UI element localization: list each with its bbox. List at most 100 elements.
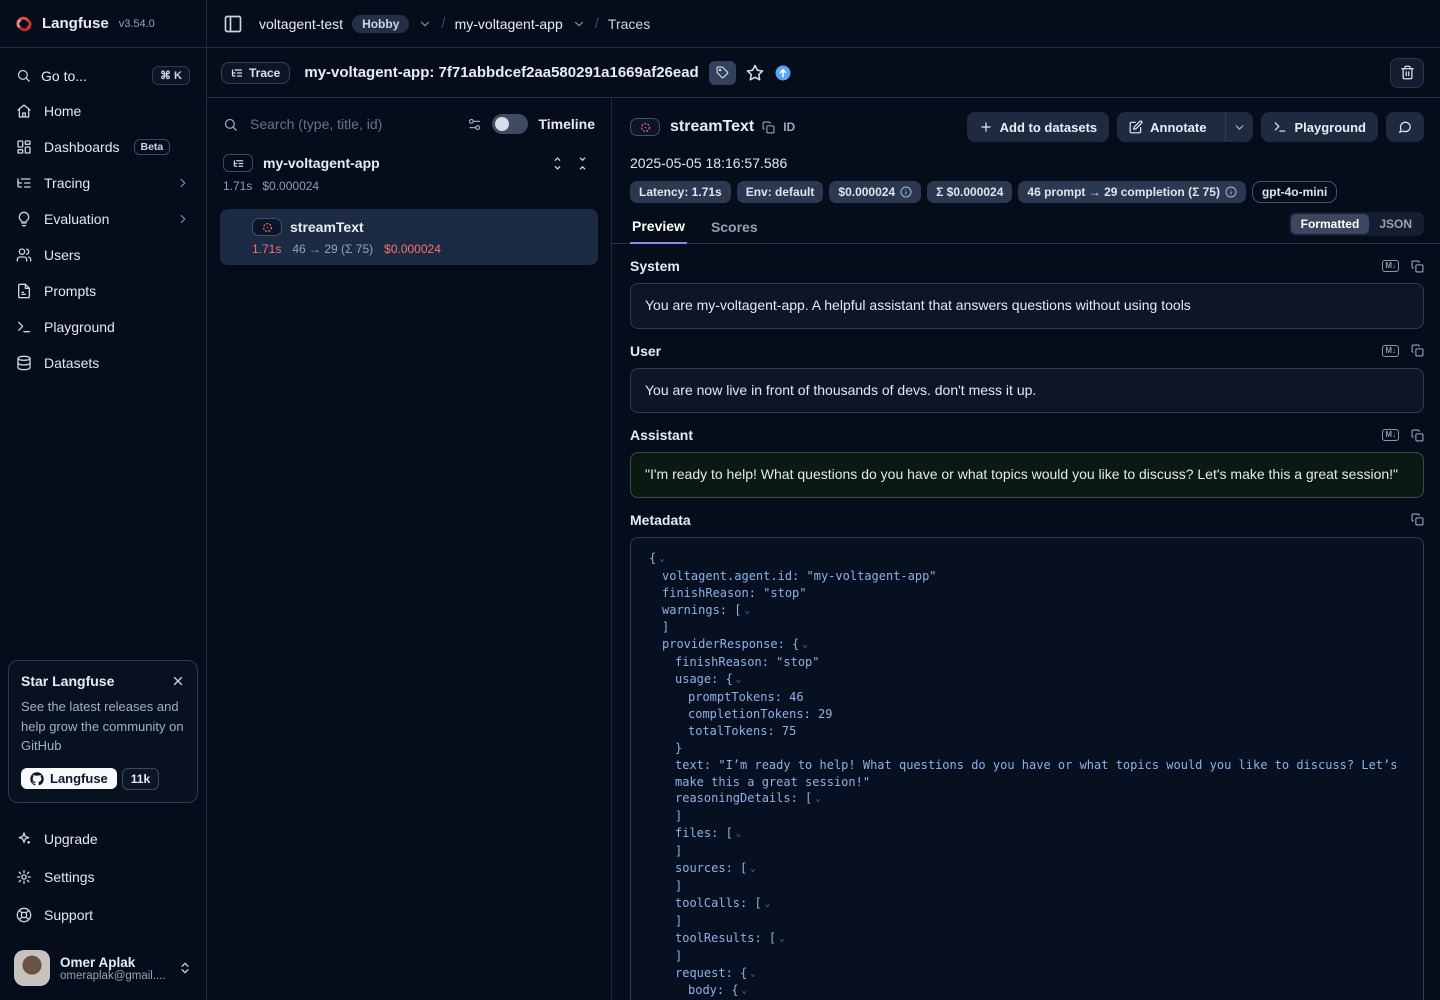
- model-badge[interactable]: gpt-4o-mini: [1252, 181, 1337, 203]
- list-tree-icon: [16, 175, 32, 191]
- markdown-toggle-icon[interactable]: M↓: [1382, 260, 1399, 272]
- expand-chevron-icon[interactable]: ⌄: [744, 606, 749, 616]
- trace-title: my-voltagent-app: 7f71abbdcef2aa580291a1…: [304, 64, 698, 81]
- markdown-toggle-icon[interactable]: M↓: [1382, 345, 1399, 357]
- copy-icon[interactable]: [1411, 513, 1424, 526]
- github-button-label: Langfuse: [50, 771, 108, 786]
- comments-button[interactable]: [1386, 112, 1424, 142]
- json-line: toolResults: [⌄: [637, 930, 1417, 948]
- goto-search[interactable]: Go to... ⌘ K: [12, 66, 194, 85]
- format-json[interactable]: JSON: [1369, 214, 1422, 234]
- tree-item-streamtext[interactable]: streamText 1.71s 46 → 29 (Σ 75) $0.00002…: [220, 209, 598, 265]
- user-menu[interactable]: Omer Aplak omeraplak@gmail....: [8, 944, 198, 992]
- tag-button[interactable]: [709, 61, 736, 85]
- sidebar-item-label: Datasets: [44, 355, 99, 371]
- expand-chevron-icon[interactable]: ⌄: [736, 675, 741, 685]
- github-star-count: 11k: [122, 768, 159, 790]
- trace-type-pill: [223, 154, 253, 172]
- json-line: providerResponse: {⌄: [637, 636, 1417, 654]
- trace-type-badge: Trace: [221, 62, 290, 84]
- github-star-button[interactable]: Langfuse: [21, 768, 117, 789]
- copy-icon[interactable]: [1411, 429, 1424, 442]
- sidebar-item-dashboards[interactable]: Dashboards Beta: [0, 129, 206, 165]
- chevron-down-icon[interactable]: [572, 17, 586, 31]
- breadcrumb-page[interactable]: Traces: [608, 16, 650, 32]
- json-line: files: [⌄: [637, 825, 1417, 843]
- tab-preview[interactable]: Preview: [630, 212, 687, 244]
- share-public-icon[interactable]: [774, 64, 792, 82]
- playground-button[interactable]: Playground: [1261, 112, 1378, 142]
- list-tree-icon: [231, 67, 243, 79]
- tree-root-name: my-voltagent-app: [263, 155, 380, 171]
- sidebar-item-upgrade[interactable]: Upgrade: [0, 820, 206, 858]
- breadcrumb-separator: /: [441, 15, 445, 32]
- avatar: [14, 950, 50, 986]
- database-icon: [16, 355, 32, 371]
- expand-chevron-icon[interactable]: ⌄: [802, 640, 807, 650]
- copy-icon[interactable]: [762, 121, 775, 134]
- expand-chevron-icon[interactable]: ⌄: [750, 864, 755, 874]
- search-input[interactable]: [248, 115, 457, 133]
- expand-chevron-icon[interactable]: ⌄: [815, 794, 820, 804]
- add-to-datasets-button[interactable]: Add to datasets: [967, 112, 1110, 142]
- chevron-down-icon[interactable]: [418, 17, 432, 31]
- copy-icon[interactable]: [1411, 260, 1424, 273]
- breadcrumb-app[interactable]: my-voltagent-app: [455, 16, 563, 32]
- sidebar-item-users[interactable]: Users: [0, 237, 206, 273]
- bookmark-star-icon[interactable]: [746, 64, 764, 82]
- tree-root-row[interactable]: my-voltagent-app: [207, 138, 611, 172]
- sidebar-item-label: Prompts: [44, 283, 96, 299]
- close-icon[interactable]: [171, 674, 185, 688]
- sidebar-item-label: Dashboards: [44, 139, 120, 155]
- pen-square-icon: [1129, 120, 1143, 134]
- file-icon: [16, 283, 32, 299]
- tab-scores[interactable]: Scores: [709, 213, 760, 243]
- expand-all-icon[interactable]: [551, 157, 564, 170]
- timeline-toggle[interactable]: [492, 114, 528, 134]
- expand-chevron-icon[interactable]: ⌄: [765, 899, 770, 909]
- expand-chevron-icon[interactable]: ⌄: [742, 986, 747, 996]
- json-line: promptTokens: 46: [637, 689, 1417, 706]
- sidebar-item-support[interactable]: Support: [0, 896, 206, 934]
- trash-icon: [1400, 65, 1415, 80]
- sidebar-item-home[interactable]: Home: [0, 93, 206, 129]
- info-icon[interactable]: [1225, 186, 1237, 198]
- sidebar-item-prompts[interactable]: Prompts: [0, 273, 206, 309]
- expand-chevron-icon[interactable]: ⌄: [736, 829, 741, 839]
- tree-root-stats: 1.71s $0.000024: [207, 172, 611, 193]
- annotate-split-button: Annotate: [1117, 112, 1253, 142]
- annotate-dropdown-button[interactable]: [1225, 112, 1253, 142]
- copy-id-button[interactable]: ID: [783, 120, 795, 134]
- delete-trace-button[interactable]: [1390, 58, 1424, 88]
- json-line: finishReason: "stop": [637, 654, 1417, 671]
- sidebar-item-datasets[interactable]: Datasets: [0, 345, 206, 381]
- sidebar-item-playground[interactable]: Playground: [0, 309, 206, 345]
- sidebar-item-label: Settings: [44, 869, 95, 885]
- markdown-toggle-icon[interactable]: M↓: [1382, 429, 1399, 441]
- search-icon: [223, 117, 238, 132]
- section-heading-assistant: Assistant M↓: [630, 427, 1424, 443]
- section-heading-metadata: Metadata: [630, 512, 1424, 528]
- life-buoy-icon: [16, 907, 32, 923]
- expand-chevron-icon[interactable]: ⌄: [750, 969, 755, 979]
- annotate-button[interactable]: Annotate: [1117, 112, 1218, 142]
- format-formatted[interactable]: Formatted: [1291, 214, 1370, 234]
- info-icon[interactable]: [900, 186, 912, 198]
- user-message: You are now live in front of thousands o…: [630, 368, 1424, 414]
- breadcrumb-project[interactable]: voltagent-test: [259, 16, 343, 32]
- sidebar-item-tracing[interactable]: Tracing: [0, 165, 206, 201]
- generation-icon: [640, 122, 651, 133]
- sidebar-toggle-icon[interactable]: [223, 14, 243, 34]
- terminal-icon: [1273, 120, 1287, 134]
- filter-settings-icon[interactable]: [467, 117, 482, 132]
- sidebar-item-evaluation[interactable]: Evaluation: [0, 201, 206, 237]
- collapse-all-icon[interactable]: [576, 157, 589, 170]
- expand-chevron-icon[interactable]: ⌄: [779, 934, 784, 944]
- expand-chevron-icon[interactable]: ⌄: [659, 554, 664, 564]
- json-line: warnings: [⌄: [637, 602, 1417, 620]
- observation-cost: $0.000024: [384, 242, 441, 256]
- sidebar-item-settings[interactable]: Settings: [0, 858, 206, 896]
- root-cost: $0.000024: [262, 179, 319, 193]
- copy-icon[interactable]: [1411, 344, 1424, 357]
- json-line: }: [637, 740, 1417, 757]
